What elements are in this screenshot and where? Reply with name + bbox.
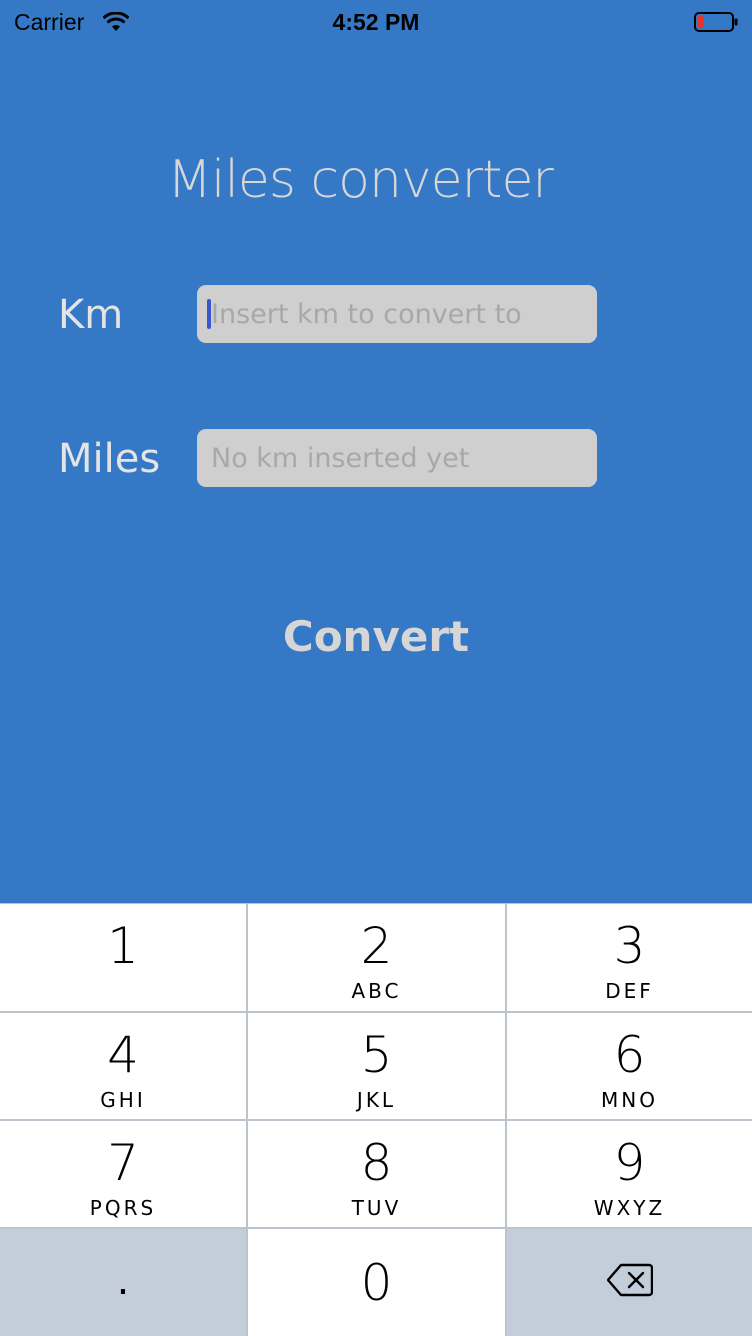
key-letters: DEF xyxy=(605,979,654,1003)
key-letters: GHI xyxy=(100,1088,146,1112)
key-digit: 8 xyxy=(360,1134,393,1192)
miles-output-field[interactable]: No km inserted yet xyxy=(197,429,597,487)
key-decimal[interactable]: . xyxy=(0,1229,246,1336)
km-input-placeholder: Insert km to convert to xyxy=(211,298,522,330)
key-1[interactable]: 1 xyxy=(0,904,246,1011)
key-letters: JKL xyxy=(356,1088,397,1112)
key-digit: 5 xyxy=(360,1026,393,1084)
key-letters: MNO xyxy=(601,1088,658,1112)
miles-label: Miles xyxy=(58,436,161,482)
key-digit: 4 xyxy=(107,1026,139,1084)
key-5[interactable]: 5 JKL xyxy=(248,1013,505,1119)
key-decimal-label: . xyxy=(116,1258,130,1304)
status-bar: Carrier 4:52 PM xyxy=(0,0,752,44)
key-7[interactable]: 7 PQRS xyxy=(0,1121,246,1227)
key-letters: ABC xyxy=(351,979,402,1003)
status-time: 4:52 PM xyxy=(332,9,420,35)
key-letters: WXYZ xyxy=(593,1196,666,1220)
key-digit: 0 xyxy=(360,1254,393,1312)
key-0[interactable]: 0 xyxy=(248,1229,505,1336)
key-4[interactable]: 4 GHI xyxy=(0,1013,246,1119)
battery-low-icon xyxy=(694,12,738,32)
key-digit: 9 xyxy=(613,1134,646,1192)
app-screen: Carrier 4:52 PM Miles converter Km Inser… xyxy=(0,0,752,903)
km-input[interactable]: Insert km to convert to xyxy=(197,285,597,343)
key-6[interactable]: 6 MNO xyxy=(507,1013,752,1119)
key-2[interactable]: 2 ABC xyxy=(248,904,505,1011)
key-digit: 7 xyxy=(107,1134,139,1192)
key-digit: 6 xyxy=(613,1026,646,1084)
key-digit: 2 xyxy=(360,917,393,975)
page-title: Miles converter xyxy=(167,150,554,210)
key-delete[interactable] xyxy=(507,1229,752,1336)
key-digit: 3 xyxy=(613,917,646,975)
numeric-keypad: 1 2 ABC 3 DEF 4 GHI 5 JKL 6 MNO 7 PQRS 8… xyxy=(0,903,752,1336)
key-letters: TUV xyxy=(351,1196,402,1220)
key-8[interactable]: 8 TUV xyxy=(248,1121,505,1227)
convert-button[interactable]: Convert xyxy=(0,612,752,661)
backspace-icon xyxy=(606,1263,653,1297)
key-3[interactable]: 3 DEF xyxy=(507,904,752,1011)
key-digit: 1 xyxy=(107,917,139,975)
miles-output-placeholder: No km inserted yet xyxy=(211,442,470,474)
km-label: Km xyxy=(58,292,124,338)
key-9[interactable]: 9 WXYZ xyxy=(507,1121,752,1227)
key-letters: PQRS xyxy=(89,1196,157,1220)
